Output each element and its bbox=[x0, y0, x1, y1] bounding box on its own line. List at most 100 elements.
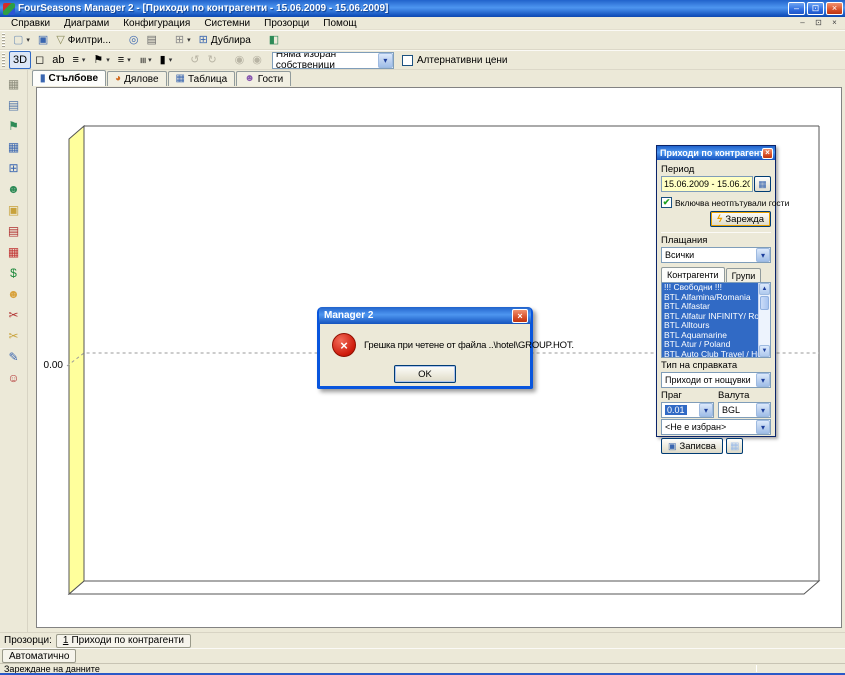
owner-combo[interactable]: Няма избран собственици ▾ bbox=[272, 52, 394, 69]
journal-icon[interactable]: ▤ bbox=[3, 220, 25, 241]
dialog-title-bar[interactable]: Manager 2 × bbox=[319, 307, 531, 324]
rotate-ccw-button[interactable]: ↺ bbox=[186, 51, 203, 69]
calendar-button[interactable]: ▦ bbox=[754, 176, 771, 192]
error-message: Грешка при четене от файла ..\hotel\GROU… bbox=[364, 340, 574, 351]
next-series-button[interactable]: ◉ bbox=[248, 51, 266, 69]
combo-arrow-button[interactable]: ▾ bbox=[756, 420, 770, 434]
window-tab-button[interactable]: 1 Приходи по контрагенти bbox=[56, 634, 191, 648]
tab-contractors[interactable]: Контрагенти bbox=[661, 267, 725, 282]
print-preview-button[interactable]: ◎ bbox=[125, 31, 143, 49]
auto-button[interactable]: Автоматично bbox=[2, 649, 76, 663]
export-button[interactable]: ◧ bbox=[265, 31, 283, 49]
sidebar-icon: ✂ bbox=[8, 309, 18, 321]
restore-button[interactable]: ⊡ bbox=[807, 2, 824, 15]
combo-arrow-button[interactable]: ▾ bbox=[756, 373, 770, 387]
combo-arrow-button[interactable]: ▾ bbox=[699, 403, 713, 417]
tab-table[interactable]: ▦ Таблица bbox=[168, 71, 236, 86]
new-report-button[interactable]: ▢ ▾ bbox=[9, 31, 34, 49]
ok-button[interactable]: OK bbox=[394, 365, 456, 383]
menu-item[interactable]: Диаграми bbox=[57, 18, 116, 29]
guests-icon[interactable]: ☻ bbox=[3, 178, 25, 199]
tab-groups[interactable]: Групи bbox=[726, 268, 762, 282]
toolbar-button-icon: ↻ bbox=[207, 55, 216, 66]
marks-button[interactable]: ⚑ ▾ bbox=[89, 51, 113, 69]
tab-shares[interactable]: ◕ Дялове bbox=[107, 71, 167, 86]
menu-item[interactable]: Справки bbox=[4, 18, 57, 29]
list-scrollbar[interactable]: ▲ ▼ bbox=[758, 283, 770, 357]
toolbar-button-label: Филтри... bbox=[67, 35, 111, 46]
bulgaria-flag-icon[interactable]: ⚑ bbox=[3, 115, 25, 136]
notes-icon[interactable]: ✎ bbox=[3, 346, 25, 367]
period-input[interactable] bbox=[661, 176, 753, 192]
scroll-thumb[interactable] bbox=[760, 296, 769, 310]
mdi-close-button[interactable]: × bbox=[828, 18, 841, 29]
payments-icon[interactable]: $ bbox=[3, 262, 25, 283]
mdi-minimize-button[interactable]: – bbox=[796, 18, 809, 29]
chart-left-wall bbox=[69, 126, 84, 594]
mdi-restore-button[interactable]: ⊡ bbox=[812, 18, 825, 29]
chart-shape-button[interactable]: ◻ bbox=[31, 51, 48, 69]
minimize-icon: – bbox=[800, 19, 804, 27]
combo-arrow-button[interactable]: ▾ bbox=[756, 403, 770, 417]
currency-combo[interactable]: BGL ▾ bbox=[718, 402, 771, 418]
menu-item[interactable]: Системни bbox=[197, 18, 257, 29]
duplicate-button[interactable]: ⊞ Дублира bbox=[195, 31, 255, 49]
3d-toggle-button[interactable]: 3D bbox=[9, 51, 31, 69]
sidebar-icon: ▤ bbox=[8, 99, 19, 111]
alt-prices-checkbox[interactable]: Алтернативни цени bbox=[402, 55, 508, 66]
menu-item[interactable]: Прозорци bbox=[257, 18, 316, 29]
copy-button[interactable]: ⊞ ▾ bbox=[171, 31, 195, 49]
include-guests-checkbox[interactable]: ✔ Включва неотпътували гости bbox=[661, 197, 771, 208]
combo-arrow-button[interactable]: ▾ bbox=[756, 248, 770, 262]
reservations-icon[interactable]: ⊞ bbox=[3, 157, 25, 178]
legend-button[interactable]: ≡ ▾ bbox=[68, 51, 89, 69]
load-button[interactable]: ϟ Зарежда bbox=[710, 211, 771, 227]
print-button[interactable]: ▤ bbox=[143, 31, 161, 49]
dialog-close-button[interactable]: × bbox=[512, 309, 528, 323]
panel-title-bar[interactable]: Приходи по контрагенти × bbox=[657, 146, 775, 160]
calendar-icon[interactable]: ▦ bbox=[3, 136, 25, 157]
list-item[interactable]: BTL Auto Club Travel / Hunga bbox=[662, 350, 758, 358]
minimize-button[interactable]: – bbox=[788, 2, 805, 15]
sidebar-icon: ▦ bbox=[8, 78, 19, 90]
save-icon: ▣ bbox=[668, 441, 677, 452]
toolbar-grip[interactable] bbox=[2, 33, 5, 47]
depth-button[interactable]: ▮ ▾ bbox=[156, 51, 177, 69]
prev-series-button[interactable]: ◉ bbox=[231, 51, 249, 69]
compare-combo[interactable]: <Не е избран> ▾ bbox=[661, 419, 771, 435]
folder-icon[interactable]: ▣ bbox=[3, 199, 25, 220]
panel-close-button[interactable]: × bbox=[762, 148, 773, 159]
v-gridlines-button[interactable]: ≡ ▾ bbox=[135, 51, 156, 69]
tab-guests[interactable]: ☻ Гости bbox=[236, 71, 291, 86]
scroll-up-button[interactable]: ▲ bbox=[759, 283, 770, 295]
scroll-down-button[interactable]: ▼ bbox=[759, 345, 770, 357]
alt-prices-label: Алтернативни цени bbox=[417, 55, 508, 66]
h-gridlines-button[interactable]: ≡ ▾ bbox=[114, 51, 135, 69]
payments-combo[interactable]: Всички ▾ bbox=[661, 247, 771, 263]
person-icon[interactable]: ☺ bbox=[3, 367, 25, 388]
menu-item[interactable]: Помощ bbox=[316, 18, 363, 29]
threshold-combo[interactable]: 0.01 ▾ bbox=[661, 402, 714, 418]
cancel-guest-icon[interactable]: ✂ bbox=[3, 304, 25, 325]
guest-card-icon[interactable]: ▤ bbox=[3, 94, 25, 115]
report-type-combo[interactable]: Приходи от нощувки ▾ bbox=[661, 372, 771, 388]
phonebook-icon[interactable]: ▦ bbox=[3, 241, 25, 262]
combo-arrow-button[interactable]: ▾ bbox=[378, 53, 393, 68]
cancel-payment-icon[interactable]: ✂ bbox=[3, 325, 25, 346]
sidebar-icon: ▦ bbox=[8, 246, 19, 258]
point-labels-button[interactable]: ab bbox=[48, 51, 68, 69]
menu-item[interactable]: Конфигурация bbox=[116, 18, 197, 29]
save-button[interactable]: ▣ bbox=[34, 31, 52, 49]
group-icon[interactable]: ☻ bbox=[3, 283, 25, 304]
room-status-icon[interactable]: ▦ bbox=[3, 73, 25, 94]
close-button[interactable]: × bbox=[826, 2, 843, 15]
tab-icon: ◕ bbox=[115, 74, 121, 84]
minimize-icon: – bbox=[794, 4, 799, 13]
main-toolbar: ▢ ▾ ▣ ▽ Филтри... ◎ bbox=[0, 30, 845, 50]
toolbar-grip[interactable] bbox=[2, 53, 5, 67]
tab-columns[interactable]: ▮ Стълбове bbox=[32, 70, 106, 86]
filters-button[interactable]: ▽ Филтри... bbox=[52, 31, 115, 49]
save-report-button[interactable]: ▣ Записва bbox=[661, 438, 723, 454]
rotate-cw-button[interactable]: ↻ bbox=[203, 51, 220, 69]
table-view-button[interactable]: ▦ bbox=[726, 438, 743, 454]
